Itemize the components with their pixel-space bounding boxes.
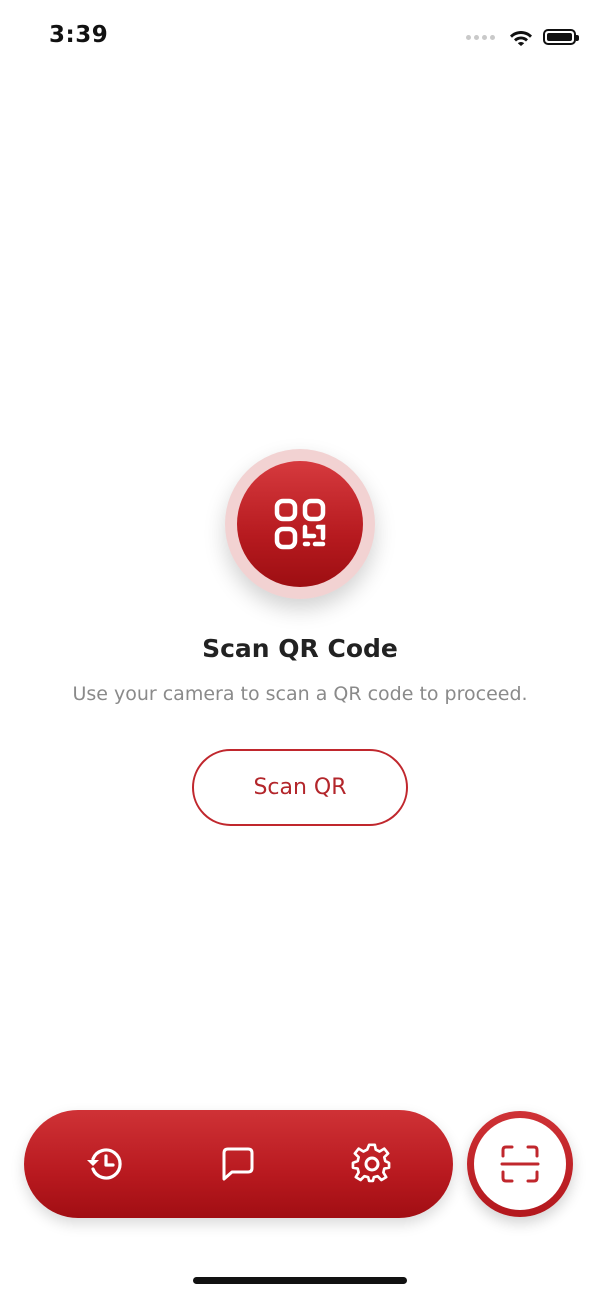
cellular-signal-icon [466, 34, 495, 40]
nav-messages-button[interactable] [216, 1142, 260, 1186]
status-indicators [466, 25, 579, 49]
page-title: Scan QR Code [202, 634, 398, 663]
qr-code-icon [274, 498, 326, 550]
nav-settings-button[interactable] [350, 1142, 394, 1186]
wifi-icon [510, 31, 532, 46]
scan-fab-button[interactable] [467, 1111, 573, 1217]
nav-history-button[interactable] [83, 1142, 127, 1186]
history-icon [87, 1148, 122, 1180]
bottom-nav-bar [24, 1110, 453, 1218]
scan-qr-button[interactable]: Scan QR [192, 749, 408, 826]
page-subtitle: Use your camera to scan a QR code to pro… [72, 683, 528, 705]
status-time: 3:39 [49, 22, 109, 48]
home-indicator[interactable] [193, 1277, 407, 1284]
chat-icon [222, 1147, 254, 1181]
qr-icon-badge [225, 449, 375, 599]
scan-frame-icon [500, 1145, 540, 1183]
battery-icon [543, 29, 579, 45]
settings-icon [351, 1143, 391, 1183]
status-bar: 3:39 [0, 0, 600, 80]
